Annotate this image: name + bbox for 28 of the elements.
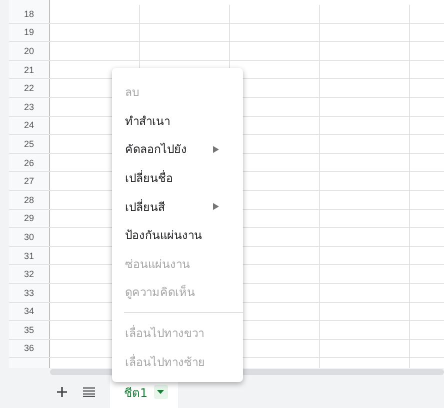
row-number: 19	[9, 24, 50, 42]
menu-item[interactable]: เปลี่ยนสี	[112, 192, 243, 221]
row-number: 31	[9, 246, 50, 264]
row-number: 34	[9, 302, 50, 320]
row-number: 24	[9, 116, 50, 134]
row-number: 22	[9, 79, 50, 97]
row-number: 27	[9, 172, 50, 190]
row-number: 18	[9, 5, 50, 23]
menu-item[interactable]: เปลี่ยนชื่อ	[112, 164, 243, 192]
sheet-name: ชีต1	[124, 384, 148, 402]
menu-item[interactable]: ป้องกันแผ่นงาน	[112, 220, 243, 250]
row-number: 21	[9, 60, 50, 78]
row-number: 30	[9, 228, 50, 246]
row-number: 20	[9, 42, 50, 60]
dropdown-icon[interactable]	[154, 385, 168, 399]
submenu-arrow-icon	[213, 203, 219, 210]
row-number: 23	[9, 98, 50, 116]
row-number: 33	[9, 284, 50, 302]
row-number: 26	[9, 154, 50, 172]
row-number: 28	[9, 190, 50, 209]
menu-item[interactable]: คัดลอกไปยัง	[112, 135, 243, 164]
row-number: 35	[9, 321, 50, 339]
row-number: 25	[9, 135, 50, 153]
row-number: 29	[9, 210, 50, 228]
submenu-arrow-icon	[213, 146, 219, 153]
row-number: 36	[9, 340, 50, 358]
row-number: 32	[9, 265, 50, 283]
menu-item[interactable]: ทำสำเนา	[112, 106, 243, 136]
